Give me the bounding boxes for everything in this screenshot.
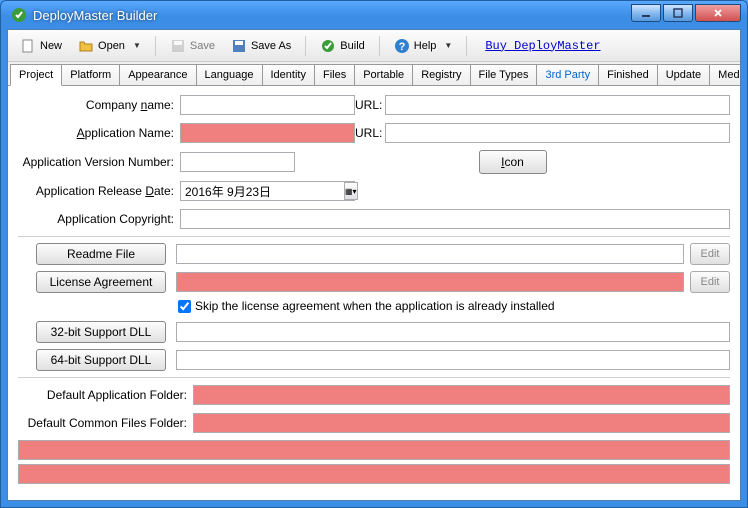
tab-finished[interactable]: Finished (598, 64, 658, 85)
error-bar (18, 464, 730, 484)
copyright-input[interactable] (180, 209, 730, 229)
application-url-input[interactable] (385, 123, 730, 143)
skip-license-label[interactable]: Skip the license agreement when the appl… (195, 299, 555, 313)
toolbar-separator (379, 36, 380, 56)
divider (18, 377, 730, 378)
license-agreement-input[interactable] (176, 272, 684, 292)
build-button[interactable]: Build (314, 35, 370, 57)
open-button[interactable]: Open ▼ (72, 35, 147, 57)
help-button[interactable]: ? Help ▼ (388, 35, 459, 57)
readme-file-button[interactable]: Readme File (36, 243, 166, 265)
build-label: Build (340, 40, 364, 52)
release-date-picker[interactable]: ▦▾ (180, 181, 355, 201)
version-input[interactable] (180, 152, 295, 172)
toolbar-separator (305, 36, 306, 56)
save-button: Save (164, 35, 221, 57)
tab-3rd-party[interactable]: 3rd Party (536, 64, 599, 85)
open-label: Open (98, 40, 125, 52)
tab-update[interactable]: Update (657, 64, 710, 85)
save-as-button[interactable]: Save As (225, 35, 297, 57)
client-area: New Open ▼ Save Save As Build (7, 29, 741, 501)
tab-content-project: Company name: URL: Application Name: URL… (8, 86, 740, 500)
save-icon (170, 38, 186, 54)
skip-license-checkbox[interactable] (178, 300, 191, 313)
license-agreement-button[interactable]: License Agreement (36, 271, 166, 293)
application-url-label: URL: (355, 126, 385, 140)
readme-file-input[interactable] (176, 244, 684, 264)
tab-strip: ProjectPlatformAppearanceLanguageIdentit… (8, 62, 740, 86)
support-32-button[interactable]: 32-bit Support DLL (36, 321, 166, 343)
open-dropdown-arrow[interactable]: ▼ (133, 41, 141, 50)
version-label: Application Version Number: (18, 155, 180, 169)
toolbar-separator (155, 36, 156, 56)
window-controls (631, 4, 741, 22)
svg-text:?: ? (398, 41, 405, 53)
save-as-label: Save As (251, 40, 291, 52)
tab-portable[interactable]: Portable (354, 64, 413, 85)
tab-platform[interactable]: Platform (61, 64, 120, 85)
release-date-label: Application Release Date: (18, 184, 180, 198)
tab-media[interactable]: Media (709, 64, 741, 85)
save-label: Save (190, 40, 215, 52)
support-64-input[interactable] (176, 350, 730, 370)
tab-registry[interactable]: Registry (412, 64, 470, 85)
date-dropdown-icon[interactable]: ▦▾ (344, 182, 358, 200)
help-icon: ? (394, 38, 410, 54)
bottom-error-bars (8, 440, 740, 484)
titlebar[interactable]: DeployMaster Builder (1, 1, 747, 29)
default-common-folder-input[interactable] (193, 413, 730, 433)
license-edit-button[interactable]: Edit (690, 271, 730, 293)
new-label: New (40, 40, 62, 52)
tab-language[interactable]: Language (196, 64, 263, 85)
default-common-folder-label: Default Common Files Folder: (18, 416, 193, 430)
help-label: Help (414, 40, 437, 52)
default-app-folder-input[interactable] (193, 385, 730, 405)
readme-edit-button[interactable]: Edit (690, 243, 730, 265)
close-button[interactable] (695, 4, 741, 22)
tab-identity[interactable]: Identity (262, 64, 315, 85)
window-title: DeployMaster Builder (33, 8, 631, 23)
company-name-label: Company name: (18, 98, 180, 112)
save-as-icon (231, 38, 247, 54)
new-button[interactable]: New (14, 35, 68, 57)
error-bar (18, 440, 730, 460)
default-app-folder-label: Default Application Folder: (18, 388, 193, 402)
buy-link[interactable]: Buy DeployMaster (485, 39, 600, 53)
company-name-input[interactable] (180, 95, 355, 115)
support-32-input[interactable] (176, 322, 730, 342)
app-window: DeployMaster Builder New Open ▼ Save (0, 0, 748, 508)
maximize-button[interactable] (663, 4, 693, 22)
minimize-button[interactable] (631, 4, 661, 22)
company-url-label: URL: (355, 98, 385, 112)
new-icon (20, 38, 36, 54)
app-icon (11, 7, 27, 23)
application-name-input[interactable] (180, 123, 355, 143)
tab-files[interactable]: Files (314, 64, 355, 85)
company-url-input[interactable] (385, 95, 730, 115)
divider (18, 236, 730, 237)
toolbar-separator (466, 36, 467, 56)
application-name-label: Application Name: (18, 126, 180, 140)
help-dropdown-arrow[interactable]: ▼ (444, 41, 452, 50)
tab-project[interactable]: Project (10, 64, 62, 86)
support-64-button[interactable]: 64-bit Support DLL (36, 349, 166, 371)
open-icon (78, 38, 94, 54)
tab-appearance[interactable]: Appearance (119, 64, 196, 85)
toolbar: New Open ▼ Save Save As Build (8, 30, 740, 62)
tab-file-types[interactable]: File Types (470, 64, 538, 85)
release-date-input[interactable] (181, 184, 344, 198)
build-icon (320, 38, 336, 54)
copyright-label: Application Copyright: (18, 212, 180, 226)
icon-button[interactable]: Icon (479, 150, 547, 174)
